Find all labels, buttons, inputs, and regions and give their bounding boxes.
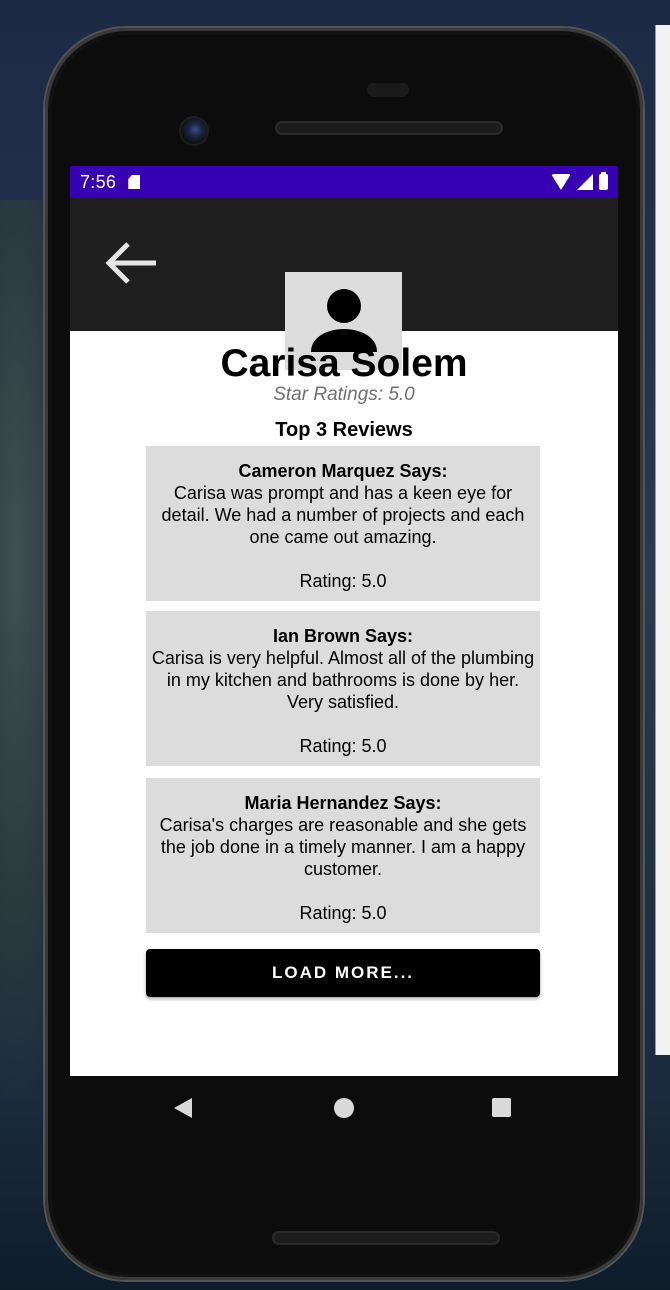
load-more-button[interactable]: LOAD MORE... (146, 949, 540, 997)
reviews-title: Top 3 Reviews (275, 419, 413, 441)
back-button[interactable] (98, 238, 162, 288)
status-bar: 7:56 (70, 166, 618, 198)
review-card: Ian Brown Says: Carisa is very helpful. … (146, 611, 540, 766)
battery-icon (599, 172, 608, 190)
review-author: Cameron Marquez Says: (238, 461, 448, 481)
bottom-speaker (272, 1231, 500, 1245)
review-author: Maria Hernandez Says: (244, 793, 442, 813)
front-camera-icon (181, 118, 207, 144)
star-ratings: Star Ratings: 5.0 (273, 384, 415, 405)
status-icons (551, 166, 608, 198)
nav-recents-icon[interactable] (492, 1098, 511, 1117)
signal-icon (577, 174, 593, 190)
review-card: Cameron Marquez Says: Carisa was prompt … (146, 446, 540, 601)
review-text: Carisa is very helpful. Almost all of th… (151, 648, 535, 712)
review-text: Carisa was prompt and has a keen eye for… (161, 483, 525, 547)
sd-card-icon (128, 175, 141, 189)
review-rating: Rating: 5.0 (299, 903, 387, 923)
review-rating: Rating: 5.0 (299, 736, 387, 756)
review-rating: Rating: 5.0 (299, 571, 387, 591)
review-author: Ian Brown Says: (272, 626, 414, 646)
system-nav-bar (70, 1076, 618, 1140)
side-window-edge (655, 25, 670, 1055)
profile-header (70, 198, 618, 370)
review-text: Carisa's charges are reasonable and she … (159, 815, 527, 879)
arrow-left-icon (105, 242, 156, 284)
wifi-icon (551, 174, 571, 190)
proximity-sensor (367, 83, 409, 97)
status-time: 7:56 (80, 171, 117, 192)
nav-home-icon[interactable] (334, 1098, 354, 1118)
nav-back-icon[interactable] (174, 1098, 192, 1118)
review-card: Maria Hernandez Says: Carisa's charges a… (146, 778, 540, 933)
app-screen: 7:56 Carisa Solem Star Ratings: 5.0 Top … (70, 166, 618, 1076)
earpiece-speaker (275, 121, 503, 135)
profile-name: Carisa Solem (220, 342, 468, 385)
